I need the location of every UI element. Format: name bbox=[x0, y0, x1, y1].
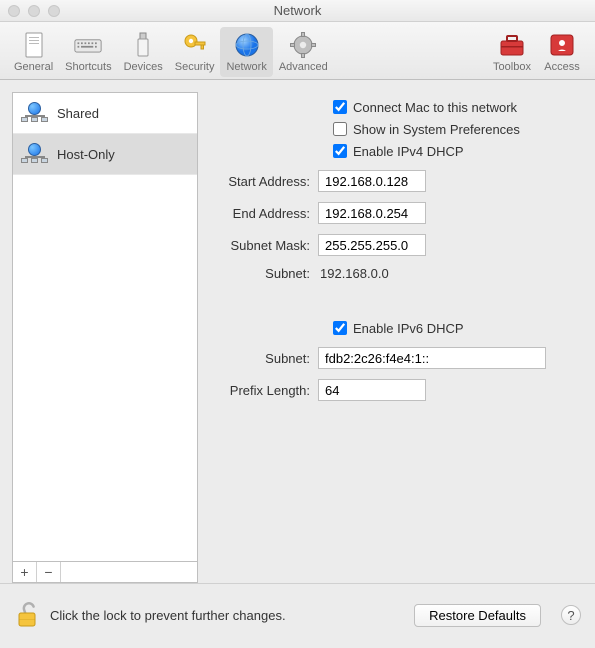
window-title: Network bbox=[0, 3, 595, 18]
zoom-window-button[interactable] bbox=[48, 5, 60, 17]
help-button[interactable]: ? bbox=[561, 605, 581, 625]
titlebar: Network bbox=[0, 0, 595, 22]
toolbar-item-shortcuts[interactable]: Shortcuts bbox=[59, 27, 117, 77]
toolbar-item-devices[interactable]: Devices bbox=[118, 27, 169, 77]
toolbar-item-security[interactable]: Security bbox=[169, 27, 221, 77]
globe-icon bbox=[233, 31, 261, 59]
subnet6-label: Subnet: bbox=[198, 351, 318, 366]
settings-form: Connect Mac to this network Show in Syst… bbox=[198, 80, 595, 583]
toolbar-label: Toolbox bbox=[493, 61, 531, 73]
subnet-label: Subnet: bbox=[198, 266, 318, 281]
toolbar-label: General bbox=[14, 61, 53, 73]
traffic-lights bbox=[8, 5, 60, 17]
lock-button[interactable] bbox=[14, 600, 40, 630]
toolbar-item-toolbox[interactable]: Toolbox bbox=[487, 27, 537, 77]
toolbar-label: Access bbox=[544, 61, 579, 73]
enable-ipv6-label: Enable IPv6 DHCP bbox=[353, 321, 464, 336]
content: Shared Host-Only + − Connect Mac to this… bbox=[0, 80, 595, 583]
lock-open-icon bbox=[16, 602, 38, 628]
sidebar-item-label: Host-Only bbox=[57, 147, 115, 162]
toolbar-item-advanced[interactable]: Advanced bbox=[273, 27, 334, 77]
connect-mac-label: Connect Mac to this network bbox=[353, 100, 517, 115]
enable-ipv4-checkbox[interactable] bbox=[333, 144, 347, 158]
add-network-button[interactable]: + bbox=[13, 562, 37, 582]
enable-ipv4-label: Enable IPv4 DHCP bbox=[353, 144, 464, 159]
toolbar: General Shortcuts Devices Security Netwo… bbox=[0, 22, 595, 80]
toolbar-label: Advanced bbox=[279, 61, 328, 73]
lock-text: Click the lock to prevent further change… bbox=[50, 608, 404, 623]
network-icon bbox=[21, 143, 49, 165]
end-address-input[interactable] bbox=[318, 202, 426, 224]
network-list: Shared Host-Only bbox=[12, 92, 198, 561]
subnet-mask-label: Subnet Mask: bbox=[198, 238, 318, 253]
general-icon bbox=[20, 31, 48, 59]
network-icon bbox=[21, 102, 49, 124]
end-address-label: End Address: bbox=[198, 206, 318, 221]
minimize-window-button[interactable] bbox=[28, 5, 40, 17]
sidebar-item-label: Shared bbox=[57, 106, 99, 121]
toolbar-label: Devices bbox=[124, 61, 163, 73]
subnet-mask-input[interactable] bbox=[318, 234, 426, 256]
show-sysprefs-checkbox[interactable] bbox=[333, 122, 347, 136]
toolbar-label: Security bbox=[175, 61, 215, 73]
restore-defaults-button[interactable]: Restore Defaults bbox=[414, 604, 541, 627]
keyboard-icon bbox=[74, 31, 102, 59]
subnet6-input[interactable] bbox=[318, 347, 546, 369]
key-icon bbox=[181, 31, 209, 59]
sidebar-item-host-only[interactable]: Host-Only bbox=[13, 134, 197, 175]
enable-ipv6-checkbox[interactable] bbox=[333, 321, 347, 335]
start-address-input[interactable] bbox=[318, 170, 426, 192]
toolbox-icon bbox=[498, 31, 526, 59]
sidebar-item-shared[interactable]: Shared bbox=[13, 93, 197, 134]
show-sysprefs-label: Show in System Preferences bbox=[353, 122, 520, 137]
sidebar-footer: + − bbox=[12, 561, 198, 583]
subnet-value: 192.168.0.0 bbox=[318, 266, 389, 281]
gear-icon bbox=[289, 31, 317, 59]
prefix-length-label: Prefix Length: bbox=[198, 383, 318, 398]
toolbar-label: Network bbox=[226, 61, 266, 73]
access-icon bbox=[548, 31, 576, 59]
prefix-length-input[interactable] bbox=[318, 379, 426, 401]
toolbar-item-network[interactable]: Network bbox=[220, 27, 272, 77]
toolbar-label: Shortcuts bbox=[65, 61, 111, 73]
toolbar-item-general[interactable]: General bbox=[8, 27, 59, 77]
connect-mac-checkbox[interactable] bbox=[333, 100, 347, 114]
toolbar-item-access[interactable]: Access bbox=[537, 27, 587, 77]
start-address-label: Start Address: bbox=[198, 174, 318, 189]
remove-network-button[interactable]: − bbox=[37, 562, 61, 582]
usb-icon bbox=[129, 31, 157, 59]
close-window-button[interactable] bbox=[8, 5, 20, 17]
footer: Click the lock to prevent further change… bbox=[0, 583, 595, 646]
